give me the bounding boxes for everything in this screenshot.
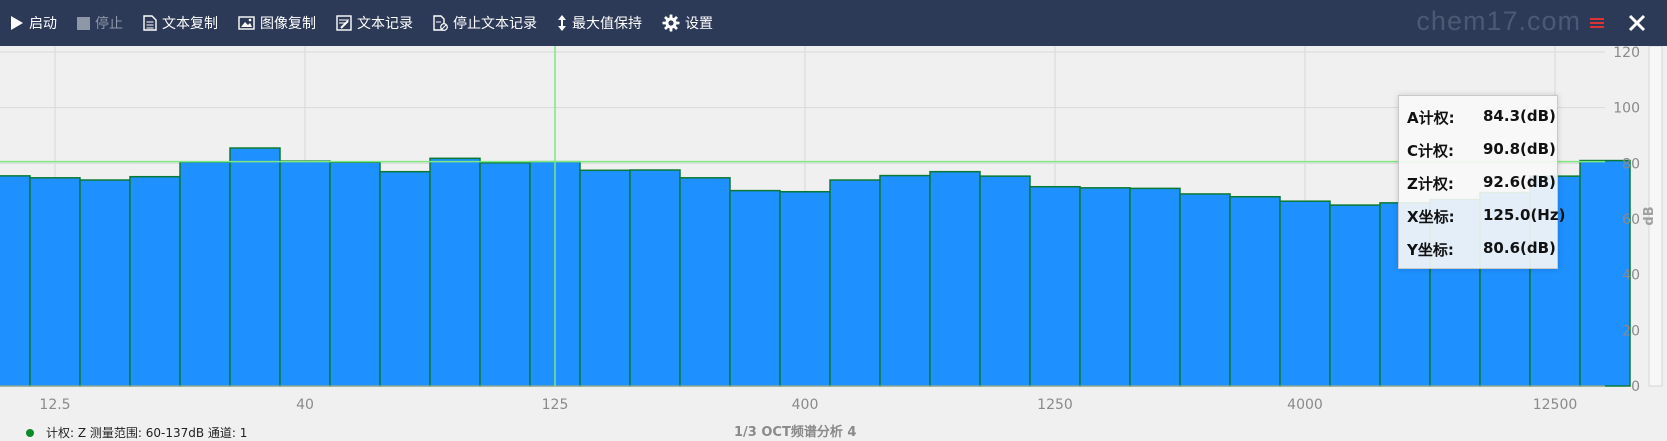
spectrum-bar [929,170,981,387]
x-tick-label: 400 [792,397,819,413]
document-icon [143,15,157,31]
max-hold-button[interactable]: 最大值保持 [547,0,652,46]
copy-image-button[interactable]: 图像复制 [228,0,326,46]
channel-menu-icon[interactable] [1589,15,1605,31]
edit-note-icon [336,15,352,31]
readout-row-z-weight: Z计权: 92.6(dB) [1407,173,1556,194]
spectrum-bar [879,174,931,387]
readout-value: 84.3(dB) [1483,107,1556,125]
x-tick-label: 12.5 [39,397,70,413]
document-stop-icon [433,15,448,31]
y-tick-label: 60 [1622,212,1640,228]
readout-value: 90.8(dB) [1483,140,1556,158]
x-tick-label: 1250 [1037,397,1073,413]
image-icon [238,16,255,30]
settings-label: 设置 [685,16,713,32]
y-tick-label: 0 [1631,379,1640,395]
spectrum-bar [579,169,631,387]
spectrum-bar [1229,195,1281,387]
y-axis-label: dB [1642,206,1657,225]
y-tick-label: 20 [1622,323,1640,339]
settings-button[interactable]: 设置 [652,0,723,46]
stop-text-record-label: 停止文本记录 [453,16,537,32]
spectrum-bar [479,162,531,387]
spectrum-bar [1179,193,1231,387]
spectrum-bar [1329,204,1381,387]
stop-text-record-button[interactable]: 停止文本记录 [423,0,547,46]
start-button[interactable]: 启动 [0,0,67,46]
chart-title: 1/3 OCT频谱分析 4 [734,425,857,440]
copy-text-label: 文本复制 [162,16,218,32]
x-axis: 12.5 40 125 400 1250 4000 12500 [0,385,1605,413]
watermark: chem17.com [1416,6,1581,36]
x-tick-label: 12500 [1533,397,1578,413]
spectrum-bar [429,157,481,387]
readout-row-a-weight: A计权: 84.3(dB) [1407,107,1556,128]
start-label: 启动 [29,16,57,32]
spectrum-bar [179,161,231,387]
stop-icon [77,16,90,30]
spectrum-chart-area: 0 20 40 60 80 100 120 12.5 40 125 400 1250 4000 1250… [0,46,1667,433]
x-tick-label: 125 [542,397,569,413]
max-hold-label: 最大值保持 [572,16,642,32]
spectrum-bar [279,160,331,387]
copy-text-button[interactable]: 文本复制 [133,0,228,46]
y-tick-label: 100 [1613,101,1640,117]
text-record-button[interactable]: 文本记录 [326,0,423,46]
spectrum-bar [1029,185,1081,387]
spectrum-bar [229,147,281,387]
spectrum-bar [1279,200,1331,387]
spectrum-bar [1129,187,1181,387]
spectrum-bar [979,175,1031,387]
spectrum-bar [329,161,381,387]
spectrum-bar [0,175,31,387]
spectrum-bar [1079,187,1131,387]
spectrum-bar [679,177,731,387]
readout-value: 92.6(dB) [1483,173,1556,191]
readout-label: C计权: [1407,142,1455,160]
y-tick-label: 40 [1622,268,1640,284]
readout-row-x-coord: X坐标: 125.0(Hz) [1407,206,1565,227]
readout-row-c-weight: C计权: 90.8(dB) [1407,140,1556,161]
stop-button[interactable]: 停止 [67,0,133,46]
spectrum-bar [729,189,781,387]
stop-label: 停止 [95,16,123,32]
x-tick-label: 40 [296,397,314,413]
spectrum-bar [779,190,831,387]
spectrum-bar [129,175,181,387]
readout-label: A计权: [1407,109,1455,127]
cursor-readout-panel: A计权: 84.3(dB) C计权: 90.8(dB) Z计权: 92.6(dB… [1398,95,1565,269]
readout-label: Z计权: [1407,175,1454,193]
close-icon[interactable] [1625,11,1649,35]
gear-icon [662,14,680,32]
copy-image-label: 图像复制 [260,16,316,32]
readout-label: Y坐标: [1407,241,1454,259]
spectrum-bar [79,179,131,387]
spectrum-bar [29,177,81,387]
spectrum-bar [629,169,681,387]
vertical-arrows-icon [558,15,566,31]
spectrum-bar [829,179,881,387]
readout-value: 80.6(dB) [1483,239,1556,257]
toolbar: 启动 停止 文本复制 图像复制 文本记录 停止文本记录 最大值保持 设置 che… [0,0,1667,46]
play-icon [11,16,23,30]
y-tick-label: 80 [1622,156,1640,172]
y-tick-label: 120 [1613,46,1640,61]
readout-label: X坐标: [1407,208,1455,226]
spectrum-bar [379,170,431,387]
readout-value: 125.0(Hz) [1483,206,1566,224]
readout-row-y-coord: Y坐标: 80.6(dB) [1407,239,1556,260]
x-tick-label: 4000 [1287,397,1323,413]
text-record-label: 文本记录 [357,16,413,32]
